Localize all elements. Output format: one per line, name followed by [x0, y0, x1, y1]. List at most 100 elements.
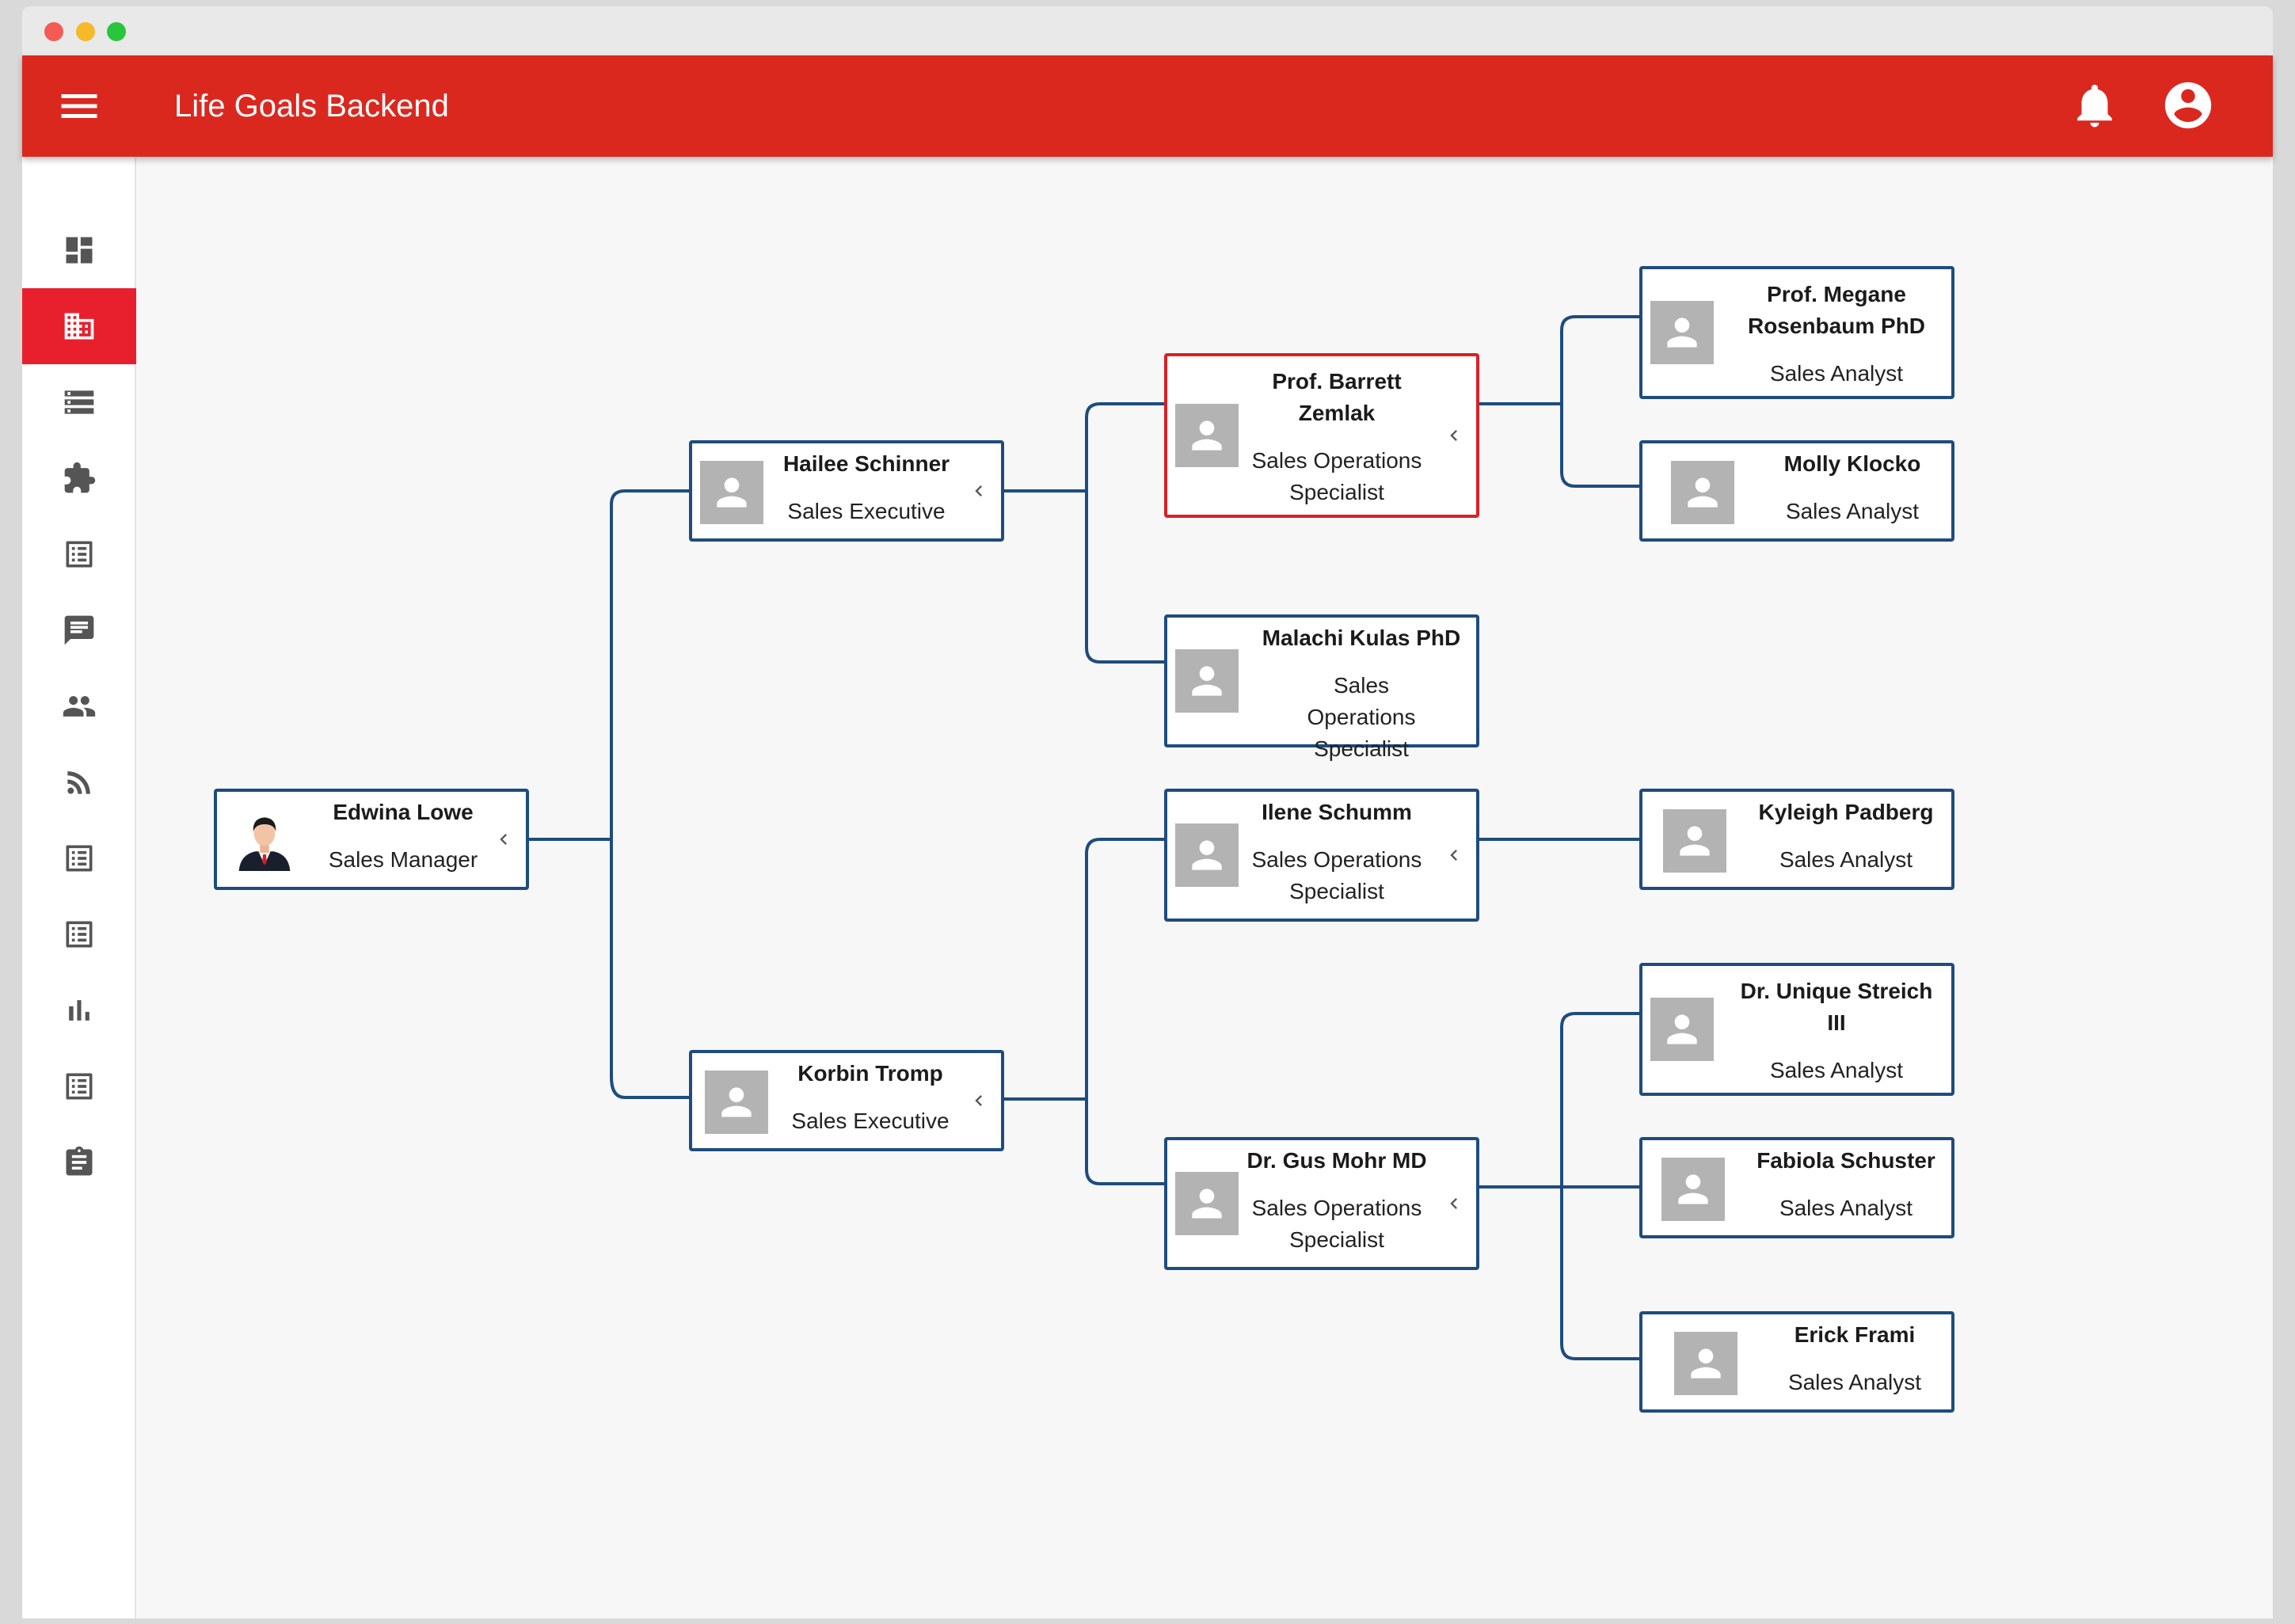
- sidebar-item-storage[interactable]: [22, 364, 136, 440]
- node-role: Sales Operations Specialist: [1251, 448, 1422, 504]
- avatar: [1175, 823, 1239, 887]
- org-node-molly-klocko[interactable]: Molly Klocko Sales Analyst: [1639, 440, 1954, 542]
- storage-icon: [64, 390, 94, 414]
- collapse-toggle[interactable]: [1443, 424, 1465, 447]
- business-icon: [64, 313, 94, 340]
- node-role: Sales Manager: [328, 847, 478, 872]
- person-icon: [1688, 477, 1718, 508]
- org-node-unique-streich[interactable]: Dr. Unique Streich III Sales Analyst: [1639, 963, 1954, 1096]
- assignment-icon: [66, 1146, 93, 1176]
- node-name: Ilene Schumm: [1262, 800, 1412, 824]
- chat-icon: [64, 615, 94, 645]
- node-role: Sales Analyst: [1769, 1058, 1904, 1082]
- node-name: Malachi Kulas PhD: [1262, 626, 1461, 650]
- org-node-barrett-zemlak[interactable]: Prof. Barrett Zemlak Sales Operations Sp…: [1164, 353, 1479, 518]
- person-icon: [1680, 826, 1710, 856]
- person-icon: [1691, 1348, 1721, 1379]
- list-icon: [66, 921, 93, 948]
- browser-window: Life Goals Backend Edwina Lowe Sales Man…: [0, 0, 2295, 1624]
- node-role: Sales Executive: [791, 1109, 950, 1133]
- node-name: Dr. Gus Mohr MD: [1246, 1148, 1427, 1173]
- chevron-left-icon: [975, 485, 982, 496]
- avatar: [1175, 649, 1239, 713]
- chevron-left-icon: [500, 834, 507, 845]
- sidebar-item-list-1[interactable]: [22, 516, 136, 592]
- maximize-window-button[interactable]: [107, 22, 126, 41]
- avatar: [1674, 1332, 1737, 1395]
- chevron-left-icon: [1450, 430, 1457, 441]
- businessman-avatar-icon: [238, 817, 291, 871]
- collapse-toggle[interactable]: [1443, 844, 1465, 866]
- org-node-hailee-schinner[interactable]: Hailee Schinner Sales Executive: [689, 440, 1004, 542]
- app-title: Life Goals Backend: [174, 89, 449, 124]
- org-node-kyleigh-padberg[interactable]: Kyleigh Padberg Sales Analyst: [1639, 789, 1954, 890]
- org-node-ilene-schumm[interactable]: Ilene Schumm Sales Operations Specialist: [1164, 789, 1479, 922]
- node-name: Prof. Megane Rosenbaum PhD: [1747, 282, 1926, 338]
- account-circle-icon: [2164, 82, 2212, 129]
- person-icon: [1192, 420, 1222, 451]
- collapse-toggle[interactable]: [968, 480, 990, 502]
- org-node-korbin-tromp[interactable]: Korbin Tromp Sales Executive: [689, 1050, 1004, 1151]
- node-name: Dr. Unique Streich III: [1740, 979, 1933, 1035]
- org-node-erick-frami[interactable]: Erick Frami Sales Analyst: [1639, 1311, 1954, 1413]
- sidebar-item-assignments[interactable]: [22, 1124, 136, 1200]
- list-icon: [66, 541, 93, 568]
- chevron-left-icon: [1450, 1198, 1457, 1209]
- collapse-toggle[interactable]: [968, 1090, 990, 1112]
- avatar: [233, 808, 296, 871]
- sidebar-item-reports[interactable]: [22, 972, 136, 1048]
- collapse-toggle[interactable]: [493, 828, 515, 850]
- node-name: Edwina Lowe: [333, 800, 474, 824]
- avatar: [1671, 461, 1734, 524]
- person-icon: [717, 477, 747, 508]
- node-role: Sales Analyst: [1779, 847, 1913, 872]
- collapse-toggle[interactable]: [1443, 1192, 1465, 1215]
- account-button[interactable]: [2160, 78, 2216, 133]
- sidebar-item-organization[interactable]: [22, 288, 136, 364]
- org-node-edwina-lowe[interactable]: Edwina Lowe Sales Manager: [214, 789, 529, 890]
- node-name: Erick Frami: [1794, 1322, 1916, 1347]
- node-role: Sales Operations Specialist: [1251, 847, 1422, 903]
- sidebar-item-people[interactable]: [22, 668, 136, 744]
- node-role: Sales Analyst: [1787, 1370, 1922, 1394]
- org-node-fabiola-schuster[interactable]: Fabiola Schuster Sales Analyst: [1639, 1137, 1954, 1238]
- person-icon: [1667, 318, 1697, 348]
- window-titlebar: [22, 6, 2273, 55]
- person-icon: [1192, 666, 1222, 696]
- node-name: Hailee Schinner: [782, 451, 950, 476]
- people-icon: [63, 696, 96, 717]
- minimize-window-button[interactable]: [76, 22, 95, 41]
- node-role: Sales Executive: [787, 499, 946, 523]
- sidebar-item-chat[interactable]: [22, 592, 136, 668]
- sidebar-item-rss[interactable]: [22, 744, 136, 820]
- notifications-button[interactable]: [2069, 79, 2121, 131]
- node-name: Fabiola Schuster: [1756, 1148, 1935, 1173]
- avatar: [1175, 404, 1239, 467]
- node-role: Sales Analyst: [1779, 1196, 1913, 1220]
- avatar: [705, 1071, 768, 1134]
- node-role: Sales Operations Specialist: [1251, 1196, 1422, 1252]
- node-name: Molly Klocko: [1783, 451, 1921, 476]
- node-role: Sales Operations Specialist: [1307, 673, 1416, 761]
- dashboard-icon: [66, 237, 93, 264]
- person-icon: [721, 1087, 752, 1117]
- sidebar-item-list-4[interactable]: [22, 1048, 136, 1124]
- node-name: Kyleigh Padberg: [1758, 800, 1934, 824]
- sidebar-item-dashboard[interactable]: [22, 212, 136, 288]
- rss-feed-icon: [67, 771, 90, 794]
- avatar: [1175, 1172, 1239, 1235]
- org-node-megane-rosenbaum[interactable]: Prof. Megane Rosenbaum PhD Sales Analyst: [1639, 266, 1954, 399]
- node-name: Prof. Barrett Zemlak: [1272, 369, 1402, 425]
- avatar: [1650, 998, 1714, 1061]
- org-node-malachi-kulas[interactable]: Malachi Kulas PhD Sales Operations Speci…: [1164, 614, 1479, 761]
- node-name: Korbin Tromp: [797, 1061, 943, 1086]
- close-window-button[interactable]: [44, 22, 63, 41]
- menu-button[interactable]: [55, 82, 103, 130]
- org-node-gus-mohr[interactable]: Dr. Gus Mohr MD Sales Operations Special…: [1164, 1137, 1479, 1270]
- sidebar-item-list-2[interactable]: [22, 820, 136, 896]
- avatar: [1650, 301, 1714, 364]
- sidebar-item-extensions[interactable]: [22, 440, 136, 516]
- avatar: [700, 461, 763, 524]
- sidebar-item-list-3[interactable]: [22, 896, 136, 972]
- bell-icon: [2077, 84, 2112, 127]
